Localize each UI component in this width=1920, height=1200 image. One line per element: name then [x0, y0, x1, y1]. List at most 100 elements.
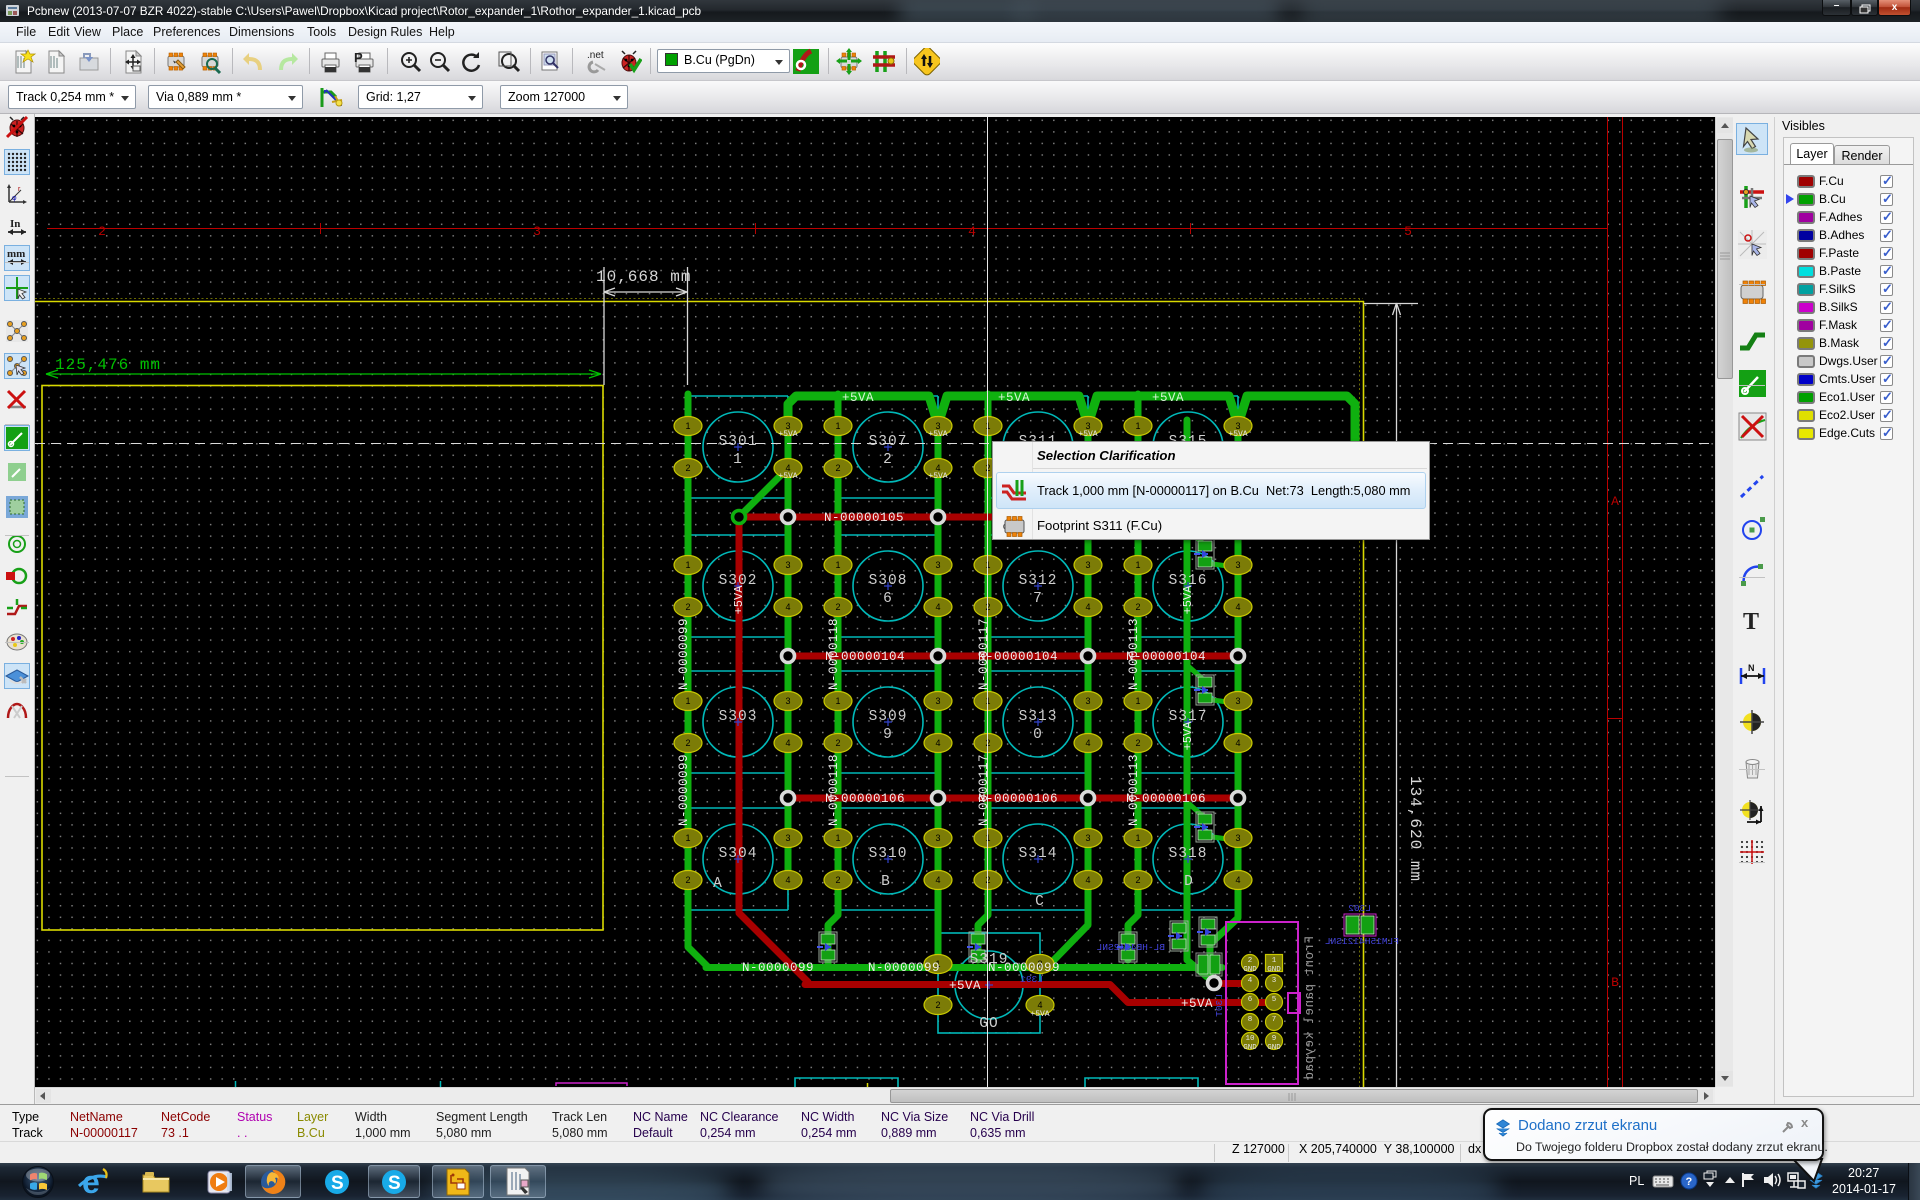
- svg-text:2: 2: [685, 738, 690, 748]
- svg-text:Front panel keypad in: Front panel keypad in: [1303, 936, 1317, 1087]
- svg-text:B: B: [881, 874, 891, 890]
- svg-text:GO: GO: [979, 1016, 998, 1032]
- svg-text:3: 3: [1085, 696, 1090, 706]
- svg-text:4: 4: [1235, 875, 1240, 885]
- svg-text:3: 3: [1085, 833, 1090, 843]
- svg-text:N-0000118: N-0000118: [827, 618, 841, 690]
- svg-text:T: T: [1743, 609, 1759, 635]
- svg-text:9: 9: [883, 727, 893, 743]
- svg-text:1: 1: [835, 833, 840, 843]
- svg-text:3: 3: [1235, 560, 1240, 570]
- svg-text:N-0000113: N-0000113: [1127, 754, 1141, 826]
- svg-text:2: 2: [685, 602, 690, 612]
- svg-text:2: 2: [883, 452, 893, 468]
- svg-text:4: 4: [1235, 602, 1240, 612]
- svg-text:4: 4: [785, 602, 790, 612]
- svg-text:GND: GND: [1243, 1044, 1257, 1052]
- svg-text:+5VA: +5VA: [1228, 430, 1247, 439]
- svg-text:1: 1: [685, 833, 690, 843]
- svg-text:N-0000113: N-0000113: [1127, 618, 1141, 690]
- svg-text:+5VA: +5VA: [998, 391, 1030, 405]
- svg-text:3: 3: [1235, 696, 1240, 706]
- svg-text:4: 4: [1037, 1000, 1042, 1010]
- svg-text:2: 2: [835, 875, 840, 885]
- svg-text:134,620 mm: 134,620 mm: [1406, 776, 1424, 882]
- svg-text:2: 2: [835, 738, 840, 748]
- svg-text:D: D: [1184, 874, 1194, 890]
- svg-text:N-0000099: N-0000099: [677, 618, 691, 690]
- svg-text:N-0000117: N-0000117: [977, 618, 991, 690]
- svg-text:L302: L302: [1348, 903, 1371, 914]
- svg-text:1: 1: [1135, 696, 1140, 706]
- svg-text:r: r: [18, 186, 21, 193]
- svg-text:1: 1: [733, 452, 743, 468]
- svg-text:6: 6: [883, 591, 893, 607]
- svg-text:2: 2: [1135, 738, 1140, 748]
- svg-text:8: 8: [1248, 1016, 1253, 1024]
- svg-text:1: 1: [685, 696, 690, 706]
- svg-text:A: A: [1611, 494, 1619, 509]
- svg-text:?: ?: [1686, 1176, 1693, 1188]
- svg-text:BL-HB4242SNL: BL-HB4242SNL: [1096, 942, 1165, 953]
- svg-text:1: 1: [1135, 421, 1140, 431]
- svg-text:+5VA: +5VA: [1181, 721, 1195, 751]
- svg-text:+5VA: +5VA: [928, 472, 947, 481]
- svg-text:1: 1: [1272, 957, 1277, 965]
- svg-text:P: P: [354, 50, 363, 65]
- svg-text:N-0000099: N-0000099: [868, 961, 940, 975]
- svg-text:4: 4: [1248, 977, 1253, 985]
- svg-text:3: 3: [935, 696, 940, 706]
- svg-text:4: 4: [935, 602, 940, 612]
- svg-text:10,668 mm: 10,668 mm: [596, 268, 691, 286]
- svg-text:5: 5: [1272, 996, 1277, 1004]
- svg-text:2: 2: [835, 463, 840, 473]
- svg-text:+5VA: +5VA: [949, 979, 981, 993]
- svg-text:GND: GND: [1267, 966, 1281, 974]
- svg-text:4: 4: [1085, 602, 1090, 612]
- svg-text:2: 2: [1135, 875, 1140, 885]
- svg-text:N-00000105: N-00000105: [824, 511, 904, 525]
- svg-text:+5VA: +5VA: [1181, 997, 1213, 1011]
- svg-text:6: 6: [1248, 996, 1253, 1004]
- svg-text:3: 3: [935, 833, 940, 843]
- svg-text:2: 2: [935, 1000, 940, 1010]
- svg-text:GND: GND: [1243, 966, 1257, 974]
- svg-text:N-0000117: N-0000117: [977, 754, 991, 826]
- svg-text:N: N: [1748, 663, 1755, 673]
- svg-text:1: 1: [1135, 833, 1140, 843]
- svg-text:1: 1: [685, 560, 690, 570]
- svg-text:+5VA: +5VA: [1078, 430, 1097, 439]
- svg-text:9: 9: [1272, 1035, 1277, 1043]
- svg-text:4: 4: [935, 875, 940, 885]
- svg-text:φ: φ: [12, 195, 17, 202]
- svg-text:3: 3: [935, 560, 940, 570]
- svg-text:4: 4: [1085, 875, 1090, 885]
- svg-text:7: 7: [1272, 1016, 1277, 1024]
- svg-text:3: 3: [1235, 833, 1240, 843]
- svg-text:4: 4: [785, 738, 790, 748]
- svg-text:3: 3: [785, 833, 790, 843]
- svg-text:L391: L391: [1020, 974, 1043, 985]
- svg-text:2: 2: [1135, 602, 1140, 612]
- svg-text:2: 2: [98, 224, 106, 239]
- svg-text:7: 7: [1033, 591, 1043, 607]
- svg-text:A: A: [713, 876, 723, 892]
- svg-text:FLM15H4121SNL: FLM15H4121SNL: [1325, 936, 1399, 947]
- svg-text:B: B: [1611, 975, 1619, 990]
- svg-text:N-0000118: N-0000118: [827, 754, 841, 826]
- svg-text:+5VA: +5VA: [778, 430, 797, 439]
- svg-text:mm: mm: [7, 248, 25, 260]
- svg-text:1: 1: [685, 421, 690, 431]
- svg-text:125,476 mm: 125,476 mm: [55, 356, 161, 374]
- svg-text:2: 2: [685, 463, 690, 473]
- svg-text:3: 3: [533, 224, 541, 239]
- svg-text:1: 1: [835, 421, 840, 431]
- svg-text:5: 5: [1404, 224, 1412, 239]
- svg-text:1: 1: [835, 696, 840, 706]
- svg-text:L30T: L30T: [1214, 994, 1225, 1017]
- svg-text:GND: GND: [1267, 1044, 1281, 1052]
- svg-text:C: C: [1035, 894, 1045, 910]
- svg-text:4: 4: [968, 224, 976, 239]
- svg-text:+5VA: +5VA: [928, 430, 947, 439]
- svg-text:4: 4: [1235, 738, 1240, 748]
